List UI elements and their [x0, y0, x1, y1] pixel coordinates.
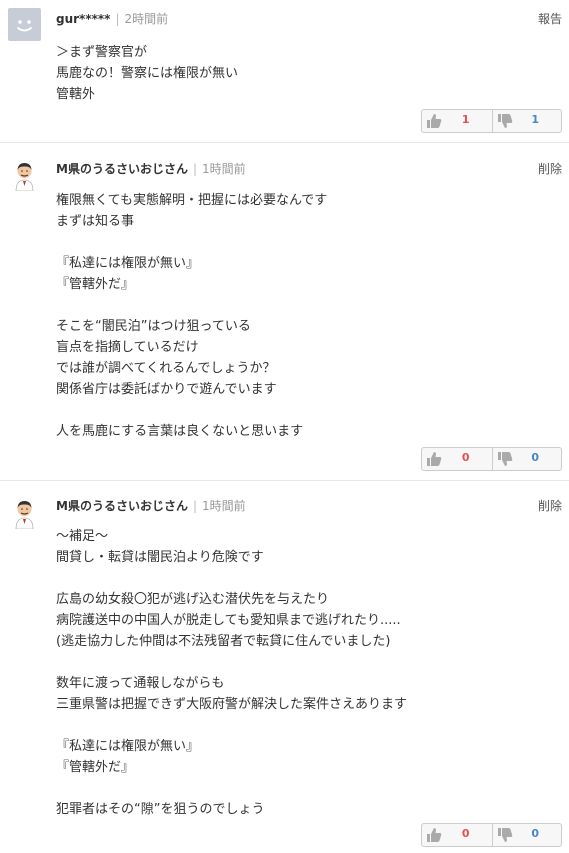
thumbs-down-icon [497, 828, 512, 842]
comment-header: M県のうるさいおじさん | 1時間前 [56, 497, 246, 514]
comment-line: 『私達には権限が無い』 [56, 739, 200, 754]
comment-line: そこを“闇民泊”はつけ狙っている [56, 319, 251, 334]
comment-body: ＞まず警察官が 馬鹿なの！警察には権限が無い 管轄外 [56, 42, 238, 105]
vote-box: 1 1 [421, 109, 562, 133]
comment-line: 関係省庁は委託ばかりで遊んでいます [56, 382, 277, 397]
bad-count: 0 [531, 451, 539, 464]
comment-line: 広島の幼女殺〇犯が逃げ込む潜伏先を与えたり [56, 592, 330, 607]
thumbs-up-icon [427, 114, 442, 128]
comment-line [56, 568, 407, 589]
comment-line: 人を馬鹿にする言葉は良くないと思います [56, 424, 304, 439]
comment-line: 管轄外 [56, 87, 96, 102]
man-avatar-icon [15, 501, 34, 529]
comment-item: gur***** | 2時間前 報告 ＞まず警察官が 馬鹿なの！警察には権限が無い … [0, 0, 569, 143]
bad-button[interactable]: 1 [491, 110, 562, 132]
good-button[interactable]: 0 [422, 824, 492, 846]
timestamp: 1時間前 [202, 162, 246, 176]
comment-line: ～補足～ [56, 529, 109, 544]
good-count: 0 [461, 827, 470, 840]
avatar[interactable] [8, 158, 41, 191]
comment-line: ＞まず警察官が [56, 45, 148, 60]
comment-line [56, 715, 407, 736]
bad-count: 0 [531, 827, 539, 840]
bad-button[interactable]: 0 [491, 448, 562, 470]
delete-link[interactable]: 削除 [538, 497, 562, 514]
comment-line: 犯罪者はその“隙”を狙うのでしょう [56, 802, 265, 817]
separator: | [192, 162, 197, 176]
username[interactable]: gur***** [56, 12, 110, 26]
avatar[interactable] [8, 8, 41, 41]
good-button[interactable]: 0 [422, 448, 492, 470]
man-avatar-icon [15, 163, 34, 191]
thumbs-down-icon [497, 114, 512, 128]
comment-line: 馬鹿なの！警察には権限が無い [56, 66, 239, 81]
comment-header: gur***** | 2時間前 [56, 10, 168, 27]
comment-line: 盲点を指摘しているだけ [56, 340, 199, 355]
avatar[interactable] [8, 496, 41, 529]
comment-line: 『私達には権限が無い』 [56, 256, 200, 271]
thumbs-up-icon [427, 452, 442, 466]
separator: | [192, 499, 197, 513]
comment-line: 『管轄外だ』 [56, 760, 135, 775]
bad-count: 1 [531, 113, 539, 126]
comment-line: (逃走協力した仲間は不法残留者で転貸に住んでいました) [56, 634, 391, 649]
comment-line: 間貸し・転貸は闇民泊より危険です [56, 550, 264, 565]
vote-box: 0 0 [421, 823, 562, 847]
thumbs-down-icon [497, 452, 512, 466]
separator: | [115, 12, 120, 26]
good-count: 0 [461, 451, 470, 464]
comment-line: 『管轄外だ』 [56, 277, 135, 292]
username[interactable]: M県のうるさいおじさん [56, 499, 188, 513]
comment-line: 権限無くても実態解明・把握には必要なんです [56, 193, 328, 208]
comment-body: 権限無くても実態解明・把握には必要なんです まずは知る事 『私達には権限が無い』… [56, 190, 327, 442]
good-button[interactable]: 1 [422, 110, 492, 132]
delete-link[interactable]: 削除 [538, 160, 562, 177]
username[interactable]: M県のうるさいおじさん [56, 162, 188, 176]
timestamp: 1時間前 [202, 499, 246, 513]
comment-body: ～補足～ 間貸し・転貸は闇民泊より危険です 広島の幼女殺〇犯が逃げ込む潜伏先を与… [56, 526, 407, 820]
comment-header: M県のうるさいおじさん | 1時間前 [56, 160, 246, 177]
default-avatar-icon [17, 20, 32, 32]
comment-item: M県のうるさいおじさん | 1時間前 削除 ～補足～ 間貸し・転貸は闇民泊より危険で… [0, 482, 569, 853]
comment-line: 数年に渡って通報しながらも [56, 676, 225, 691]
comment-line [56, 400, 327, 421]
comment-line: では誰が調べてくれるんでしょうか？ [56, 361, 276, 376]
timestamp: 2時間前 [124, 12, 169, 26]
bad-button[interactable]: 0 [491, 824, 562, 846]
comment-line [56, 652, 407, 673]
comment-line [56, 232, 327, 253]
comment-line: まずは知る事 [56, 214, 135, 229]
comment-line [56, 778, 407, 799]
vote-box: 0 0 [421, 447, 562, 471]
comment-line [56, 295, 327, 316]
report-link[interactable]: 報告 [538, 10, 562, 27]
good-count: 1 [461, 113, 470, 126]
comment-line: 病院護送中の中国人が脱走しても愛知県まで逃げれたり..... [56, 613, 401, 628]
comment-line: 三重県警は把握できず大阪府警が解決した案件さえあります [56, 697, 408, 712]
comment-item: M県のうるさいおじさん | 1時間前 削除 権限無くても実態解明・把握には必要なんで… [0, 144, 569, 481]
thumbs-up-icon [427, 828, 442, 842]
